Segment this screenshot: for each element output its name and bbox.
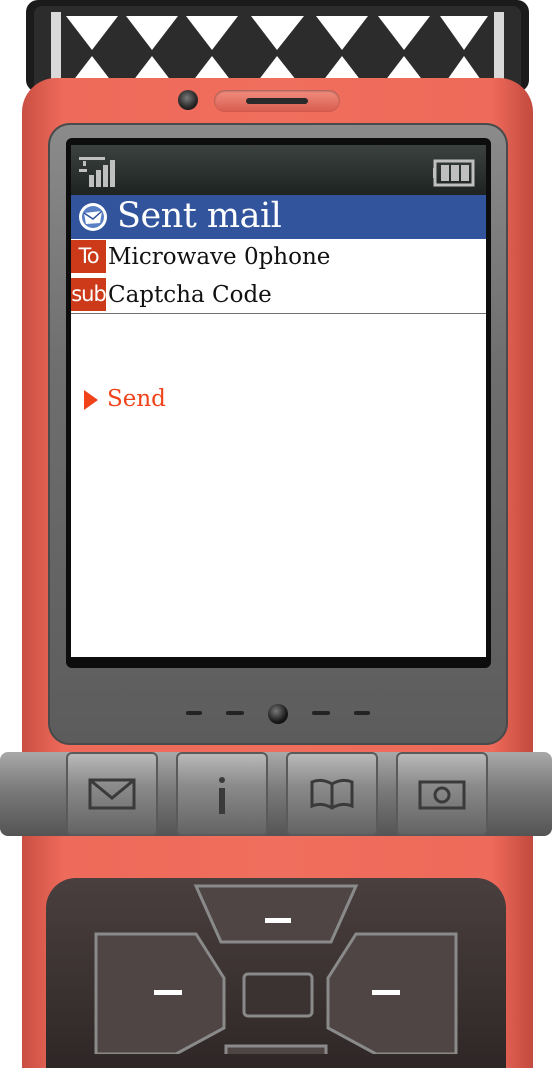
to-field[interactable]: To Microwave 0phone xyxy=(71,239,486,277)
subject-text: Captcha Code xyxy=(108,282,272,308)
mail-key[interactable] xyxy=(66,752,158,836)
navigation-dpad xyxy=(94,884,458,1054)
camera-icon xyxy=(418,780,466,810)
home-button[interactable] xyxy=(268,704,288,724)
status-bar xyxy=(71,145,486,195)
indicator-dash xyxy=(186,711,202,715)
info-icon xyxy=(219,777,225,814)
earpiece-speaker xyxy=(214,90,340,112)
envelope-icon xyxy=(88,778,136,810)
to-tag-icon: To xyxy=(71,240,106,273)
subject-tag-icon: sub xyxy=(71,278,107,311)
to-recipient: Microwave 0phone xyxy=(108,244,331,270)
info-key[interactable] xyxy=(176,752,268,836)
title-bar: Sent mail xyxy=(71,195,486,239)
signal-strength-icon xyxy=(79,157,115,187)
battery-icon xyxy=(433,159,475,187)
subject-field[interactable]: sub Captcha Code xyxy=(71,277,486,314)
dpad-down-key[interactable] xyxy=(224,1044,328,1054)
open-book-icon xyxy=(310,778,354,810)
display-screen: Sent mail To Microwave 0phone sub Captch… xyxy=(71,145,486,657)
camera-key[interactable] xyxy=(396,752,488,836)
selection-arrow-icon xyxy=(84,390,98,410)
indicator-dash xyxy=(354,711,370,715)
send-label: Send xyxy=(107,386,166,412)
book-key[interactable] xyxy=(286,752,378,836)
dpad-up-key[interactable] xyxy=(193,884,359,944)
indicator-dash xyxy=(312,711,330,715)
front-camera-icon xyxy=(178,90,198,110)
dpad-center-key[interactable] xyxy=(242,972,314,1018)
page-title: Sent mail xyxy=(117,196,282,236)
mail-icon xyxy=(79,203,107,231)
indicator-dash xyxy=(226,711,244,715)
